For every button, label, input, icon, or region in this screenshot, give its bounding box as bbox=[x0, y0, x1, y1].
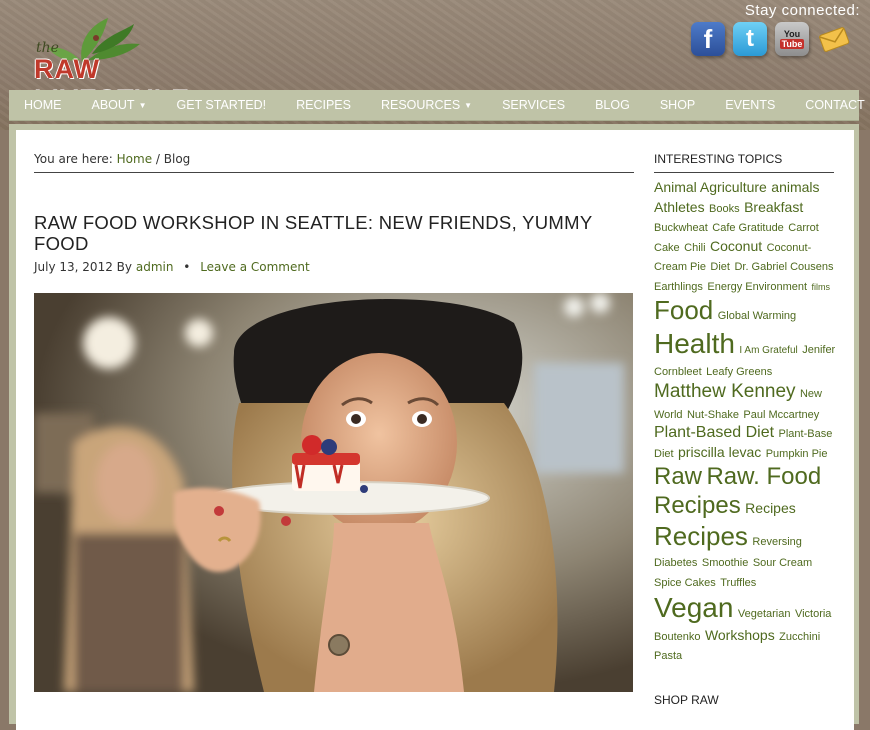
tag-link[interactable]: Vegan bbox=[654, 592, 733, 623]
tag-link[interactable]: Global Warming bbox=[718, 310, 796, 322]
tag-link[interactable]: Earthlings bbox=[654, 281, 703, 293]
tag-link[interactable]: animals bbox=[771, 179, 819, 195]
tag-link[interactable]: Cafe Gratitude bbox=[712, 222, 784, 234]
breadcrumb-divider bbox=[34, 172, 634, 173]
tag-link[interactable]: Chili bbox=[684, 242, 705, 254]
sidebar-divider bbox=[654, 172, 834, 173]
tag-link[interactable]: Food bbox=[654, 295, 713, 325]
tag-link[interactable]: Plant-Based Diet bbox=[654, 424, 774, 441]
meta-bullet: • bbox=[183, 260, 191, 274]
nav-item-events[interactable]: EVENTS bbox=[710, 90, 790, 120]
tag-link[interactable]: I Am Grateful bbox=[739, 345, 797, 356]
nav-item-recipes[interactable]: RECIPES bbox=[281, 90, 366, 120]
tag-link[interactable]: Animal Agriculture bbox=[654, 179, 767, 195]
nav-item-shop[interactable]: SHOP bbox=[645, 90, 710, 120]
tag-link[interactable]: Paul Mccartney bbox=[743, 409, 819, 421]
tag-link[interactable]: Vegetarian bbox=[738, 608, 791, 620]
post-photo[interactable] bbox=[34, 293, 633, 692]
tag-link[interactable]: films bbox=[812, 282, 831, 292]
tag-link[interactable]: Recipes bbox=[654, 521, 748, 551]
post-by: By bbox=[116, 260, 133, 274]
tag-link[interactable]: Smoothie bbox=[702, 557, 748, 569]
tag-link[interactable]: Spice Cakes bbox=[654, 577, 716, 589]
breadcrumb-separator: / bbox=[152, 152, 164, 166]
tag-link[interactable]: Workshops bbox=[705, 627, 775, 643]
nav-item-label: CONTACT bbox=[805, 98, 865, 112]
nav-item-label: GET STARTED! bbox=[176, 98, 267, 112]
tag-link[interactable]: Coconut bbox=[710, 238, 762, 254]
nav-item-about[interactable]: ABOUT ▼ bbox=[77, 90, 162, 120]
nav-item-home[interactable]: HOME bbox=[9, 90, 77, 120]
tag-link[interactable]: Raw bbox=[654, 463, 702, 490]
tag-link[interactable]: Nut-Shake bbox=[687, 409, 739, 421]
nav-item-label: EVENTS bbox=[725, 98, 776, 112]
stay-connected-label: Stay connected: bbox=[744, 2, 860, 19]
tag-link[interactable]: Dr. Gabriel Cousens bbox=[734, 261, 833, 273]
tag-link[interactable]: Matthew Kenney bbox=[654, 381, 796, 402]
main-nav: HOME ABOUT ▼ GET STARTED! RECIPES RESOURCES ▼ S… bbox=[9, 90, 865, 121]
nav-item-label: SERVICES bbox=[502, 98, 566, 112]
chevron-down-icon: ▼ bbox=[464, 101, 473, 110]
tag-link[interactable]: Truffles bbox=[720, 577, 756, 589]
interesting-topics-heading: INTERESTING TOPICS bbox=[654, 152, 783, 166]
post-meta: July 13, 2012 By admin • Leave a Comment bbox=[34, 260, 310, 274]
nav-item-services[interactable]: SERVICES bbox=[487, 90, 580, 120]
nav-item-resources[interactable]: RESOURCES ▼ bbox=[366, 90, 487, 120]
nav-item-label: HOME bbox=[24, 98, 62, 112]
envelope-icon[interactable] bbox=[817, 22, 851, 56]
post-title[interactable]: RAW FOOD WORKSHOP IN SEATTLE: NEW FRIEND… bbox=[34, 212, 634, 254]
tag-link[interactable]: Buckwheat bbox=[654, 222, 708, 234]
tag-cloud: Animal Agriculture animals Athletes Book… bbox=[654, 178, 839, 665]
nav-item-contact[interactable]: CONTACT bbox=[790, 90, 870, 120]
leave-comment-link[interactable]: Leave a Comment bbox=[200, 260, 309, 274]
tag-link[interactable]: Energy Environment bbox=[707, 281, 807, 293]
breadcrumb: You are here: Home / Blog bbox=[34, 152, 190, 166]
tag-link[interactable]: Leafy Greens bbox=[706, 366, 772, 378]
nav-item-label: ABOUT bbox=[91, 98, 135, 112]
post-author-link[interactable]: admin bbox=[136, 260, 174, 274]
nav-item-label: BLOG bbox=[595, 98, 630, 112]
post-date: July 13, 2012 bbox=[34, 260, 113, 274]
nav-item-blog[interactable]: BLOG bbox=[580, 90, 645, 120]
nav-item-label: RECIPES bbox=[296, 98, 351, 112]
tag-link[interactable]: Diet bbox=[710, 261, 730, 273]
nav-item-get-started[interactable]: GET STARTED! bbox=[161, 90, 281, 120]
tag-link[interactable]: Breakfast bbox=[744, 199, 803, 215]
nav-item-label: SHOP bbox=[659, 98, 696, 112]
breadcrumb-current: Blog bbox=[163, 152, 191, 166]
nav-item-label: RESOURCES bbox=[380, 98, 461, 112]
tag-link[interactable]: Recipes bbox=[745, 500, 796, 516]
tag-link[interactable]: Pumpkin Pie bbox=[766, 448, 828, 460]
twitter-icon[interactable]: t bbox=[733, 22, 767, 56]
tag-link[interactable]: Health bbox=[654, 328, 735, 359]
site-logo[interactable]: the RAW LIVESTYLE bbox=[30, 14, 245, 115]
youtube-icon[interactable]: You Tube bbox=[775, 22, 809, 56]
breadcrumb-prefix: You are here: bbox=[34, 152, 113, 166]
chevron-down-icon: ▼ bbox=[138, 101, 147, 110]
tag-link[interactable]: Athletes bbox=[654, 199, 705, 215]
breadcrumb-home-link[interactable]: Home bbox=[117, 152, 152, 166]
tag-link[interactable]: Sour Cream bbox=[753, 557, 812, 569]
facebook-icon[interactable]: f bbox=[691, 22, 725, 56]
tag-link[interactable]: Books bbox=[709, 203, 740, 215]
logo-raw: RAW bbox=[34, 54, 100, 84]
tag-link[interactable]: priscilla levac bbox=[678, 444, 761, 460]
